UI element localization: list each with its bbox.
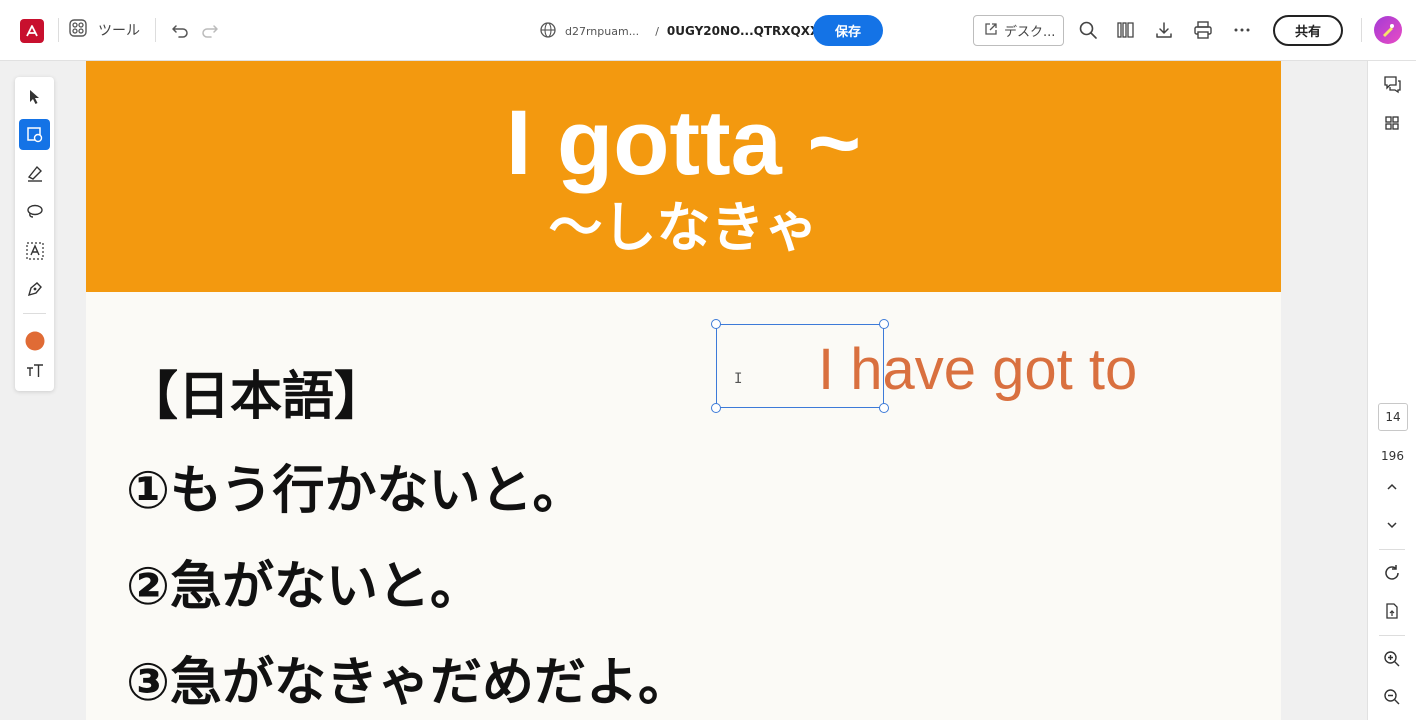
banner-title: I gotta ~ <box>505 92 862 194</box>
resize-handle-top-left[interactable] <box>711 319 721 329</box>
select-arrow-icon[interactable] <box>19 81 50 112</box>
grid-icon[interactable] <box>1378 109 1406 137</box>
top-toolbar: ツール d27rnpuam... / 0UGY20NO...QTRXQXX 保存… <box>0 0 1416 61</box>
zoom-out-icon[interactable] <box>1378 683 1406 711</box>
open-desktop-button[interactable]: デスク... <box>973 15 1064 46</box>
panel-divider <box>1379 549 1405 550</box>
user-avatar[interactable] <box>1374 16 1402 44</box>
globe-icon <box>539 21 557 42</box>
tools-button[interactable]: ツール <box>68 16 140 44</box>
total-pages: 196 <box>1381 449 1404 463</box>
share-button[interactable]: 共有 <box>1273 15 1343 46</box>
left-tool-panel <box>15 77 54 391</box>
tools-label: ツール <box>98 23 140 39</box>
right-panel: 14 196 <box>1367 61 1416 720</box>
selection-box[interactable] <box>716 324 884 408</box>
search-icon[interactable] <box>1076 18 1100 42</box>
banner-subtitle: ～しなきゃ <box>548 196 819 259</box>
japanese-line-3: ③急がなきゃだめだよ。 <box>126 653 691 713</box>
zoom-in-icon[interactable] <box>1378 645 1406 673</box>
acrobat-logo-icon[interactable] <box>20 19 44 43</box>
panel-divider <box>1379 635 1405 636</box>
chevron-up-icon[interactable] <box>1378 473 1406 501</box>
highlighter-icon[interactable] <box>19 157 50 188</box>
toolbar-divider <box>155 18 156 42</box>
path-separator: / <box>655 24 659 38</box>
toolbar-divider <box>58 18 59 42</box>
tool-divider <box>23 313 46 314</box>
text-size-icon[interactable] <box>19 355 50 386</box>
resize-handle-bottom-left[interactable] <box>711 403 721 413</box>
japanese-heading: 【日本語】 <box>126 367 387 427</box>
external-link-icon <box>984 22 998 40</box>
text-box-icon[interactable] <box>19 235 50 266</box>
title-banner: I gotta ~ ～しなきゃ <box>86 61 1281 292</box>
undo-icon[interactable] <box>168 18 192 42</box>
pages-icon[interactable] <box>1114 18 1138 42</box>
japanese-line-1: ①もう行かないと。 <box>126 461 585 521</box>
resize-handle-top-right[interactable] <box>879 319 889 329</box>
lasso-icon[interactable] <box>19 195 50 226</box>
chevron-down-icon[interactable] <box>1378 511 1406 539</box>
document-name[interactable]: 0UGY20NO...QTRXQXX <box>667 24 819 38</box>
redo-icon[interactable] <box>198 18 222 42</box>
comment-icon[interactable] <box>1378 70 1406 98</box>
text-cursor-icon: I <box>734 371 743 387</box>
pen-icon[interactable] <box>19 273 50 304</box>
document-page: I gotta ~ ～しなきゃ 【日本語】 ①もう行かないと。 ②急がないと。 … <box>86 61 1281 720</box>
tools-grid-icon <box>68 18 88 42</box>
document-path: d27rnpuam... / 0UGY20NO...QTRXQXX <box>539 20 843 42</box>
download-icon[interactable] <box>1152 18 1176 42</box>
save-button[interactable]: 保存 <box>813 15 883 46</box>
rotate-icon[interactable] <box>1378 559 1406 587</box>
japanese-line-2: ②急がないと。 <box>126 557 483 617</box>
more-options-icon[interactable] <box>1230 18 1254 42</box>
color-swatch-icon[interactable] <box>19 325 50 356</box>
print-icon[interactable] <box>1191 18 1215 42</box>
current-page-input[interactable]: 14 <box>1378 403 1408 431</box>
desktop-label: デスク... <box>1004 25 1056 40</box>
toolbar-divider <box>1361 18 1362 42</box>
document-domain: d27rnpuam... <box>565 24 640 38</box>
resize-handle-bottom-right[interactable] <box>879 403 889 413</box>
page-export-icon[interactable] <box>1378 597 1406 625</box>
select-region-icon[interactable] <box>19 119 50 150</box>
